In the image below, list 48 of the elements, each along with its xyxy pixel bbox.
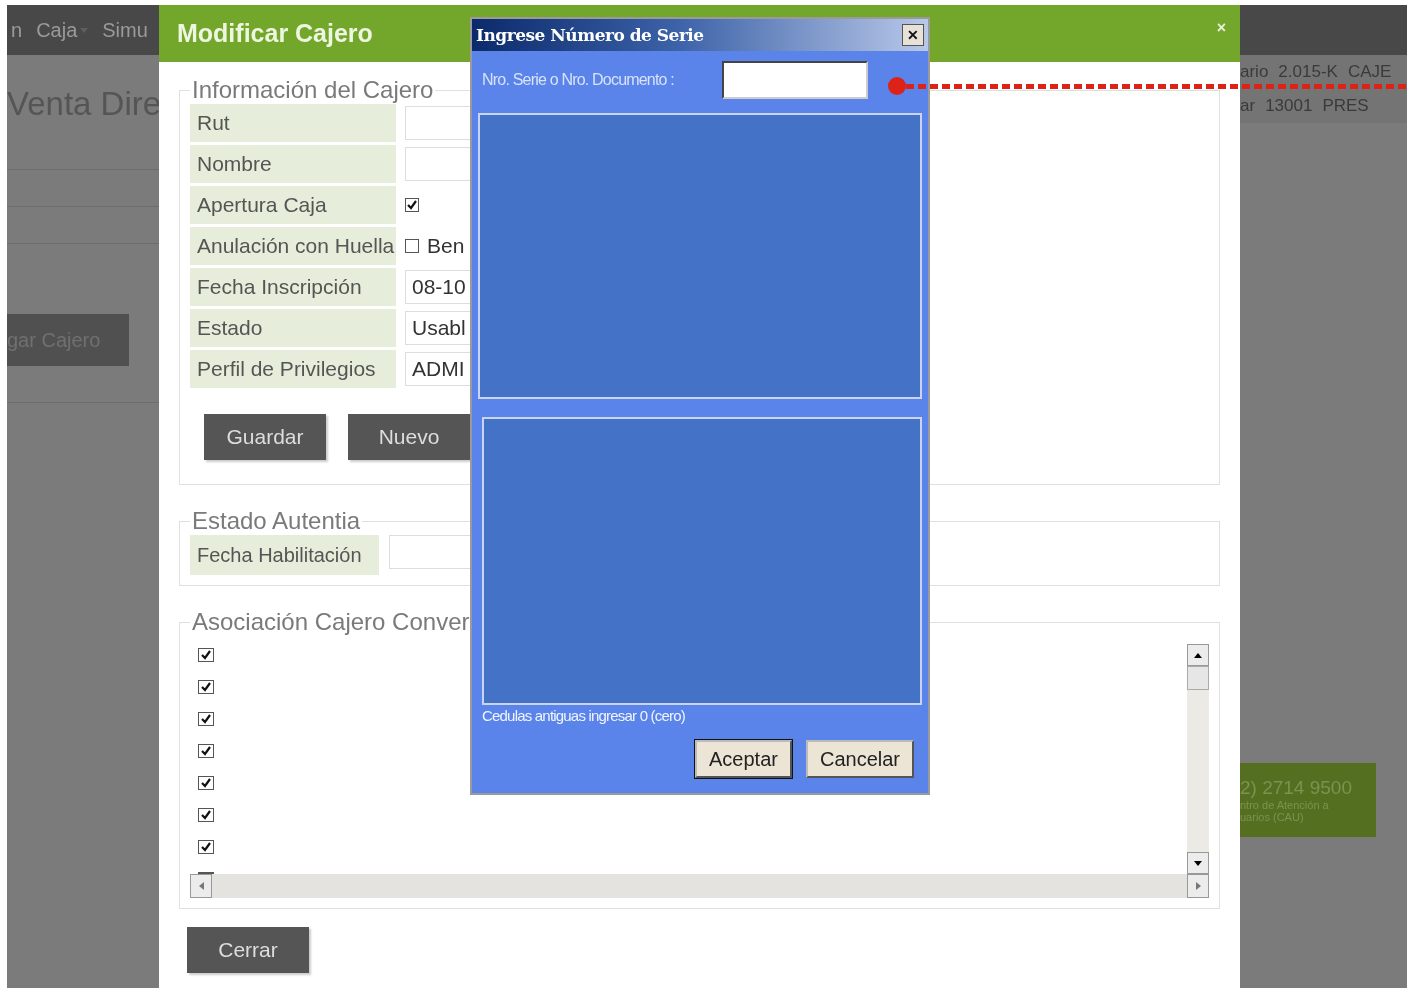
scroll-left-icon[interactable] [190,874,212,898]
checkbox[interactable] [198,680,214,694]
checkbox[interactable] [198,808,214,822]
section-legend: Asociación Cajero Conver [190,608,472,636]
nav-item[interactable]: Simu [102,18,148,42]
field-label: Estado [190,309,396,347]
checkbox[interactable] [198,712,214,726]
info-value: 13001 [1265,96,1313,116]
input-field[interactable] [722,61,868,99]
scroll-thumb[interactable] [1187,666,1209,690]
checkbox[interactable] [198,648,214,662]
checkbox[interactable] [198,744,214,758]
modal-title: Modificar Cajero [177,19,373,48]
field-label: Rut [190,104,396,142]
dialog-title: Ingrese Número de Serie [476,25,704,45]
close-button[interactable]: Cerrar [187,927,309,973]
checkbox[interactable] [405,198,419,212]
checkbox[interactable] [198,776,214,790]
field-label: Nro. Serie o Nro. Documento : [482,71,674,89]
hint-text: Cedulas antiguas ingresar 0 (cero) [481,706,686,724]
field-label: Fecha Habilitación [190,535,379,575]
nav-item[interactable]: Caja [36,18,89,42]
horizontal-scrollbar[interactable] [190,874,1209,898]
field-label: Perfil de Privilegios [190,350,396,388]
field-label: Anulación con Huella [190,227,396,265]
field-label: Fecha Inscripción [190,268,396,306]
scroll-down-icon[interactable] [1187,852,1209,874]
form-button[interactable]: Nuevo [348,414,470,460]
section-legend: Información del Cajero [190,76,436,104]
form-button[interactable]: Guardar [204,414,326,460]
field-label: Nombre [190,145,396,183]
scroll-up-icon[interactable] [1187,644,1209,666]
checkbox-label: Ben [427,234,465,258]
dialog-button[interactable]: Aceptar [695,740,792,778]
info-value: PRES [1322,96,1369,116]
checkbox[interactable] [198,840,214,854]
checkbox[interactable] [405,239,419,253]
info-label: ario [1240,62,1269,82]
close-button[interactable]: ✕ [902,24,924,46]
info-value: CAJE [1347,62,1392,82]
scroll-right-icon[interactable] [1187,874,1209,898]
section-legend: Estado Autentia [190,507,363,535]
vertical-scrollbar[interactable] [1187,644,1209,874]
info-value: 2.015-K [1278,62,1338,82]
nav-item[interactable]: n [11,18,23,42]
field-label: Apertura Caja [190,186,396,224]
info-label: ar [1240,96,1256,116]
dialog-button[interactable]: Cancelar [805,740,914,778]
